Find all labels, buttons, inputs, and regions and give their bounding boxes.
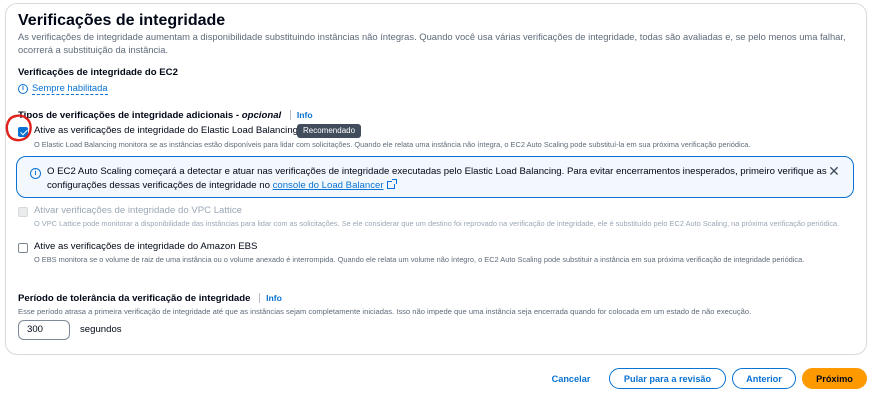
grace-period-input[interactable]: 300: [18, 320, 70, 340]
grace-period-label: Período de tolerância da verificação de …: [18, 293, 282, 304]
grace-info-link[interactable]: Info: [259, 293, 282, 303]
close-icon[interactable]: ✕: [827, 164, 841, 178]
always-enabled-text: Sempre habilitada: [32, 82, 108, 95]
elb-option-description: O Elastic Load Balancing monitora se as …: [34, 140, 751, 149]
grace-period-title: Período de tolerância da verificação de …: [18, 293, 251, 304]
grace-period-description: Esse período atrasa a primeira verificaç…: [18, 307, 752, 316]
page-title: Verificações de integridade: [18, 12, 226, 29]
optional-marker: opcional: [241, 110, 282, 121]
ebs-option-description: O EBS monitora se o volume de raiz de um…: [34, 255, 805, 264]
next-button[interactable]: Próximo: [802, 368, 867, 389]
recommended-badge: Recomendado: [297, 124, 362, 138]
additional-checks-title: Tipos de verificações de integridade adi…: [18, 110, 242, 121]
info-link[interactable]: Info: [289, 110, 313, 120]
alert-message: O EC2 Auto Scaling começará a detectar e…: [47, 166, 827, 191]
red-circle-annotation: [5, 114, 32, 142]
ebs-checkbox[interactable]: [18, 243, 28, 253]
ec2-always-enabled[interactable]: i Sempre habilitada: [18, 82, 108, 95]
vpc-lattice-option-label[interactable]: Ativar verificações de integridade do VP…: [34, 205, 242, 216]
info-icon: i: [30, 168, 41, 179]
grace-period-unit: segundos: [80, 324, 122, 335]
info-alert: i O EC2 Auto Scaling começará a detectar…: [16, 156, 854, 198]
info-icon: i: [18, 83, 28, 94]
vpc-lattice-option-description: O VPC Lattice pode monitorar a disponibi…: [34, 219, 840, 228]
external-link-icon: [386, 178, 397, 189]
cancel-button[interactable]: Cancelar: [546, 368, 596, 389]
ebs-option-label[interactable]: Ative as verificações de integridade do …: [34, 241, 257, 252]
load-balancer-console-link[interactable]: console do Load Balancer: [273, 180, 384, 191]
elb-option-label[interactable]: Ative as verificações de integridade do …: [34, 125, 298, 136]
additional-checks-label: Tipos de verificações de integridade adi…: [18, 110, 313, 121]
alert-text: O EC2 Auto Scaling começará a detectar e…: [47, 165, 827, 192]
panel-description: As verificações de integridade aumentam …: [18, 31, 846, 55]
ec2-health-check-label: Verificações de integridade do EC2: [18, 67, 178, 78]
vpc-lattice-checkbox[interactable]: [18, 207, 28, 217]
skip-to-review-button[interactable]: Pular para a revisão: [609, 368, 726, 389]
previous-button[interactable]: Anterior: [732, 368, 796, 389]
